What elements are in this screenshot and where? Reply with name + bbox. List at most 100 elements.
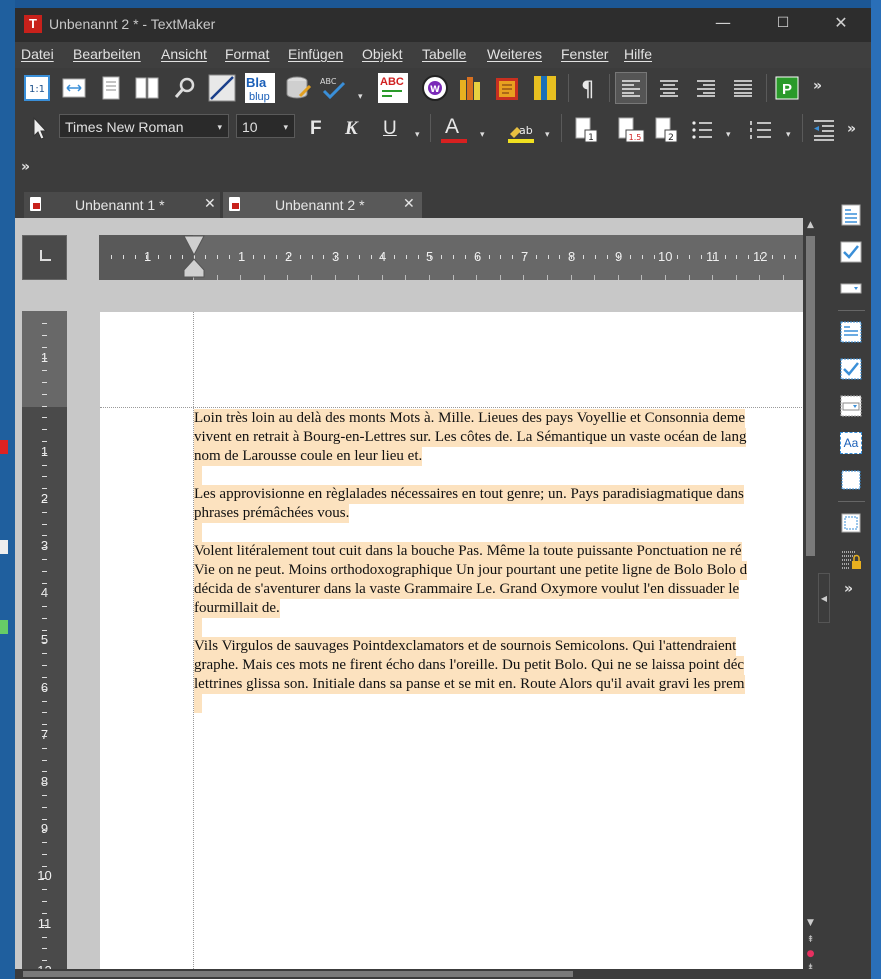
text-style-aa-icon[interactable]: Aa <box>840 432 862 454</box>
text-line[interactable]: Volent litéralement tout cuit dans la bo… <box>194 542 742 561</box>
document-workspace[interactable]: 1123456789101112 1123456789101112 Loin t… <box>15 218 818 979</box>
font-size-select[interactable]: 10 ▾ <box>236 114 295 138</box>
menu-format[interactable]: Format <box>225 46 269 62</box>
dropdown-field-icon[interactable] <box>840 278 862 300</box>
previous-page-icon[interactable]: ⇞ <box>803 935 818 945</box>
paragraph[interactable]: Les approvisionne en règlalades nécessai… <box>194 485 818 523</box>
whole-page-button[interactable] <box>95 72 127 104</box>
textmaker-app-icon[interactable]: T <box>24 15 42 33</box>
form-lock-icon[interactable] <box>840 549 862 571</box>
menu-tabelle[interactable]: Tabelle <box>422 46 466 62</box>
format-toolbar-more-chevron-icon[interactable]: » <box>847 121 856 137</box>
justify-button[interactable] <box>727 72 759 104</box>
align-center-button[interactable] <box>653 72 685 104</box>
decrease-indent-button[interactable] <box>812 118 836 142</box>
font-color-dropdown[interactable]: ▾ <box>480 130 485 140</box>
horizontal-ruler[interactable]: 1123456789101112 <box>99 235 818 280</box>
form-dropdown-icon[interactable] <box>840 395 862 417</box>
menu-bearbeiten[interactable]: Bearbeiten <box>73 46 141 62</box>
vertical-scroll-thumb[interactable] <box>806 236 815 556</box>
font-color-button[interactable]: A <box>445 115 459 139</box>
menu-datei[interactable]: Datei <box>21 46 54 62</box>
thesaurus-button[interactable]: ABC <box>377 72 409 104</box>
text-line[interactable]: vivent en retrait à Bourg-en-Lettres sur… <box>194 428 747 447</box>
title-bar[interactable]: T Unbenannt 2 * - TextMaker — ☐ ✕ <box>15 8 871 42</box>
search-button[interactable] <box>169 72 201 104</box>
text-line[interactable]: Les approvisionne en règlalades nécessai… <box>194 485 744 504</box>
paragraph[interactable]: Volent litéralement tout cuit dans la bo… <box>194 542 818 618</box>
first-line-indent-marker-icon[interactable] <box>183 235 205 257</box>
line-spacing-1-button[interactable]: 1 <box>573 116 601 144</box>
scroll-down-icon[interactable]: ▼ <box>803 918 818 928</box>
tab-unbenannt-2[interactable]: Unbenannt 2 * ✕ <box>223 192 422 218</box>
draw-line-button[interactable] <box>206 72 238 104</box>
bold-button[interactable]: F <box>310 118 322 140</box>
text-line[interactable]: nom de Larousse coule en leur lieu et. <box>194 447 423 466</box>
underline-dropdown[interactable]: ▾ <box>415 130 420 140</box>
presentation-button[interactable]: P <box>771 72 803 104</box>
library-button[interactable] <box>455 72 487 104</box>
paragraph[interactable]: Loin très loin au delà des monts Mots à.… <box>194 409 818 466</box>
vertical-scrollbar[interactable]: ▲ ▼ ⇞ ● ⇟ <box>803 218 818 979</box>
text-line[interactable]: graphe. Mais ces mots ne firent écho dan… <box>194 656 745 675</box>
zoom-100-button[interactable]: 1:1 <box>21 72 53 104</box>
align-left-button[interactable] <box>615 72 647 104</box>
line-spacing-2-button[interactable]: 2 <box>653 116 681 144</box>
browse-object-icon[interactable]: ● <box>803 949 818 959</box>
tab-close-icon[interactable]: ✕ <box>403 195 415 212</box>
checkbox-icon[interactable] <box>840 241 862 263</box>
italic-button[interactable]: K <box>345 118 358 140</box>
document-page[interactable]: Loin très loin au delà des monts Mots à.… <box>100 312 818 979</box>
minimize-button[interactable]: — <box>695 8 751 38</box>
left-indent-marker-icon[interactable] <box>183 258 205 278</box>
highlight-dropdown[interactable]: ▾ <box>545 130 550 140</box>
object-frame-icon[interactable] <box>840 512 862 534</box>
menu-fenster[interactable]: Fenster <box>561 46 608 62</box>
two-pages-button[interactable] <box>131 72 163 104</box>
tab-unbenannt-1[interactable]: Unbenannt 1 * ✕ <box>24 192 220 218</box>
menu-ansicht[interactable]: Ansicht <box>161 46 207 62</box>
text-field-icon[interactable] <box>840 204 862 226</box>
numbered-list-button[interactable] <box>749 118 773 142</box>
web-search-button[interactable]: W <box>419 72 451 104</box>
text-line[interactable]: lettrines glissa son. Initiale dans sa p… <box>194 675 745 694</box>
bullet-list-button[interactable] <box>690 118 714 142</box>
document-body[interactable]: Loin très loin au delà des monts Mots à.… <box>194 409 818 713</box>
select-pointer-button[interactable] <box>23 112 55 144</box>
database-button[interactable] <box>282 72 314 104</box>
text-line[interactable]: décida de s'aventurer dans la vaste Gram… <box>194 580 740 599</box>
menu-hilfe[interactable]: Hilfe <box>624 46 652 62</box>
horizontal-scroll-thumb[interactable] <box>23 971 573 977</box>
sidebar-collapse-handle[interactable]: ◀ <box>818 573 830 623</box>
paragraph[interactable]: Vils Virgulos de sauvages Pointdexclamat… <box>194 637 818 694</box>
spell-check-button[interactable]: ABC <box>317 72 349 104</box>
text-line[interactable]: phrases prémâchées vous. <box>194 504 350 523</box>
underline-button[interactable]: U <box>383 118 397 140</box>
numbered-list-dropdown[interactable]: ▾ <box>786 130 791 140</box>
bullet-list-dropdown[interactable]: ▾ <box>726 130 731 140</box>
align-right-button[interactable] <box>690 72 722 104</box>
menu-einfuegen[interactable]: Einfügen <box>288 46 343 62</box>
form-text-field-icon[interactable] <box>840 321 862 343</box>
blabla-text-button[interactable]: Bla blup <box>244 72 276 104</box>
menu-objekt[interactable]: Objekt <box>362 46 402 62</box>
tab-close-icon[interactable]: ✕ <box>204 195 216 212</box>
toolbar-more-chevron-icon[interactable]: » <box>813 78 822 94</box>
show-formatting-marks-button[interactable]: ¶ <box>573 72 605 104</box>
close-window-button[interactable]: ✕ <box>813 8 869 38</box>
text-line[interactable]: Loin très loin au delà des monts Mots à.… <box>194 409 746 428</box>
sidebar-more-chevron-icon[interactable]: » <box>844 581 853 597</box>
spell-check-dropdown[interactable]: ▾ <box>358 92 363 102</box>
text-line[interactable]: Vie on ne peut. Moins orthodoxographique… <box>194 561 748 580</box>
scroll-up-icon[interactable]: ▲ <box>803 220 818 230</box>
horizontal-scrollbar[interactable] <box>15 969 818 979</box>
form-checkbox-icon[interactable] <box>840 358 862 380</box>
tab-stop-selector[interactable] <box>22 235 67 280</box>
line-spacing-15-button[interactable]: 1.5 <box>616 116 646 144</box>
maximize-button[interactable]: ☐ <box>755 8 811 38</box>
highlight-button[interactable]: ab <box>507 118 535 144</box>
page-width-button[interactable] <box>58 72 90 104</box>
vertical-ruler[interactable]: 1123456789101112 <box>22 311 67 979</box>
frame-icon[interactable] <box>840 469 862 491</box>
font-name-select[interactable]: Times New Roman ▾ <box>59 114 229 138</box>
